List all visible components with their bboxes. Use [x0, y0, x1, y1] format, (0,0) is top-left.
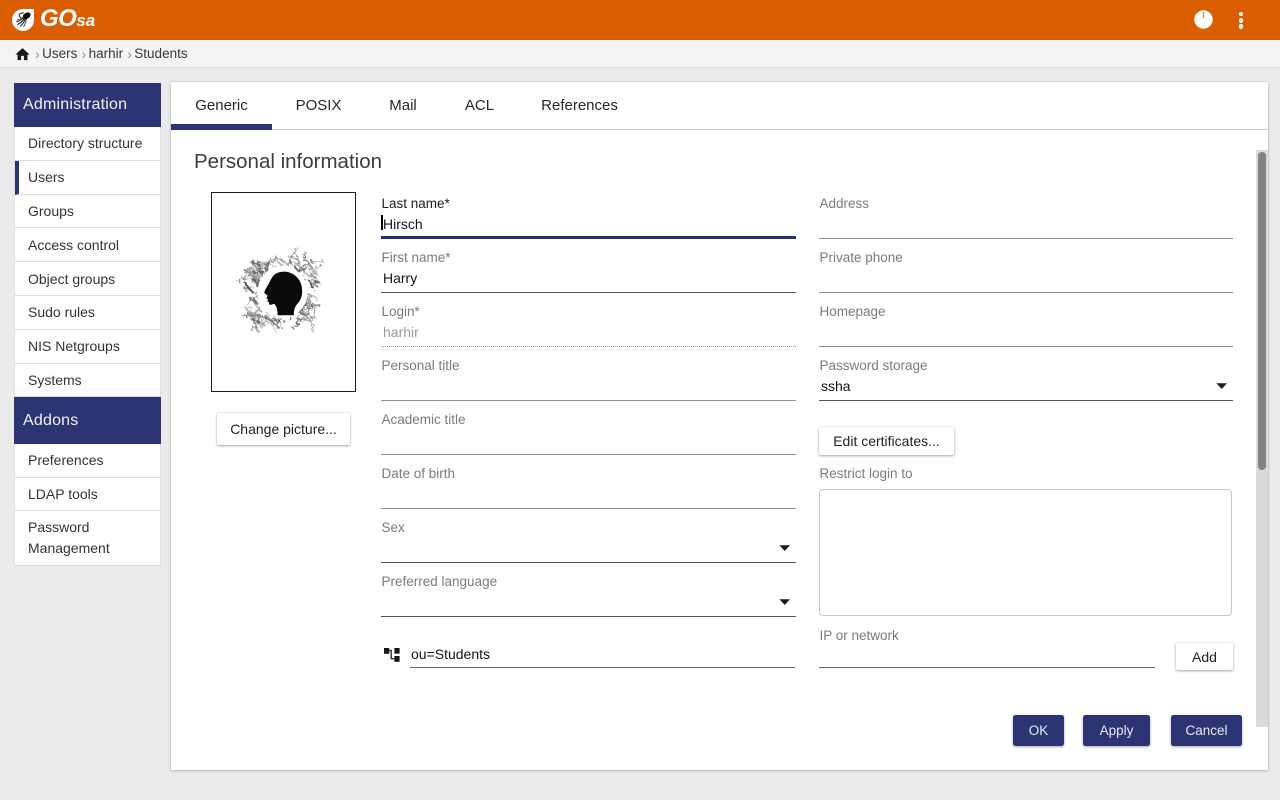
breadcrumb-item-users[interactable]: Users	[42, 46, 77, 61]
head-silhouette-icon	[212, 193, 357, 390]
gosa-logo-text[interactable]: GOsa	[40, 5, 95, 33]
page-title: Personal information	[194, 150, 382, 174]
field-label-homepage: Homepage	[820, 304, 886, 319]
ip-network-input[interactable]	[819, 638, 1155, 668]
sidebar-item-groups[interactable]: Groups	[15, 195, 160, 229]
dropdown-arrow-icon[interactable]	[1216, 383, 1227, 389]
ldap-tree-icon[interactable]	[384, 648, 400, 662]
field-login: Login* harhir	[381, 306, 796, 347]
field-value-password-storage[interactable]: ssha	[821, 378, 851, 394]
field-date-of-birth: Date of birth	[381, 468, 796, 509]
field-value-first-name[interactable]: Harry	[383, 270, 417, 286]
sidebar-item-access-control[interactable]: Access control	[15, 228, 160, 262]
field-preferred-language: Preferred language	[381, 576, 796, 617]
restrict-login-textarea[interactable]	[819, 489, 1232, 616]
main-panel: Generic POSIX Mail ACL References Person…	[171, 82, 1268, 770]
generic-tab-content: Personal information Change picture... L…	[171, 82, 1268, 770]
cancel-button[interactable]: Cancel	[1171, 715, 1242, 746]
field-personal-title: Personal title	[381, 360, 796, 401]
base-dn-value[interactable]: ou=Students	[411, 646, 490, 662]
field-homepage: Homepage	[819, 306, 1233, 347]
field-label-last-name: Last name*	[382, 196, 450, 211]
session-clock-icon[interactable]	[1194, 10, 1213, 34]
sidebar-section-administration: Administration	[14, 83, 161, 127]
breadcrumb: › Users › harhir › Students	[0, 40, 1280, 68]
field-last-name: Last name* Hirsch	[381, 198, 796, 239]
field-label-password-storage: Password storage	[820, 358, 928, 373]
edit-certificates-button[interactable]: Edit certificates...	[819, 427, 954, 455]
home-icon[interactable]	[14, 46, 31, 63]
breadcrumb-item-students[interactable]: Students	[134, 46, 187, 61]
apply-button[interactable]: Apply	[1083, 715, 1150, 746]
add-button[interactable]: Add	[1176, 643, 1233, 670]
breadcrumb-separator: ›	[31, 46, 42, 62]
base-dn-row: ou=Students	[381, 638, 796, 668]
sidebar-item-sudo-rules[interactable]: Sudo rules	[15, 296, 160, 330]
field-password-storage: Password storage ssha	[819, 360, 1233, 401]
field-label-personal-title: Personal title	[382, 358, 460, 373]
gosa-logo-icon[interactable]	[12, 9, 34, 36]
field-label-address: Address	[820, 196, 870, 211]
kebab-menu-icon[interactable]	[1239, 12, 1243, 31]
field-label-academic-title: Academic title	[382, 412, 466, 427]
field-label-login: Login*	[382, 304, 420, 319]
field-private-phone: Private phone	[819, 252, 1233, 293]
field-value-last-name[interactable]: Hirsch	[383, 216, 423, 232]
user-photo-placeholder	[211, 192, 356, 392]
sidebar-item-ldap-tools[interactable]: LDAP tools	[15, 478, 160, 512]
field-label-first-name: First name*	[382, 250, 451, 265]
sidebar-item-nis-netgroups[interactable]: NIS Netgroups	[15, 330, 160, 364]
sidebar-item-systems[interactable]: Systems	[15, 364, 160, 398]
top-navbar: GOsa	[0, 0, 1280, 40]
field-value-login[interactable]: harhir	[383, 324, 419, 340]
field-label-preferred-language: Preferred language	[382, 574, 498, 589]
sidebar-item-directory-structure[interactable]: Directory structure	[15, 127, 160, 161]
sidebar: Administration Directory structure Users…	[14, 83, 161, 566]
sidebar-item-users[interactable]: Users	[15, 161, 160, 195]
field-sex: Sex	[381, 522, 796, 563]
field-address: Address	[819, 198, 1233, 239]
sidebar-item-password-management[interactable]: Password Management	[15, 511, 160, 566]
restrict-login-label: Restrict login to	[820, 466, 913, 481]
dropdown-arrow-icon[interactable]	[779, 599, 790, 605]
field-label-date-of-birth: Date of birth	[382, 466, 456, 481]
sidebar-item-preferences[interactable]: Preferences	[15, 444, 160, 478]
ok-button[interactable]: OK	[1013, 715, 1064, 746]
scrollbar-thumb[interactable]	[1258, 152, 1266, 470]
field-academic-title: Academic title	[381, 414, 796, 455]
text-caret	[381, 215, 383, 230]
breadcrumb-item-harhir[interactable]: harhir	[89, 46, 124, 61]
scrollbar-track[interactable]	[1256, 150, 1268, 727]
field-label-private-phone: Private phone	[820, 250, 903, 265]
breadcrumb-separator: ›	[77, 46, 88, 62]
sidebar-section-addons: Addons	[14, 397, 161, 444]
change-picture-button[interactable]: Change picture...	[217, 413, 350, 445]
base-dn-underline	[410, 667, 795, 668]
dropdown-arrow-icon[interactable]	[779, 545, 790, 551]
breadcrumb-separator: ›	[123, 46, 134, 62]
field-first-name: First name* Harry	[381, 252, 796, 293]
sidebar-item-object-groups[interactable]: Object groups	[15, 262, 160, 296]
field-label-sex: Sex	[382, 520, 405, 535]
